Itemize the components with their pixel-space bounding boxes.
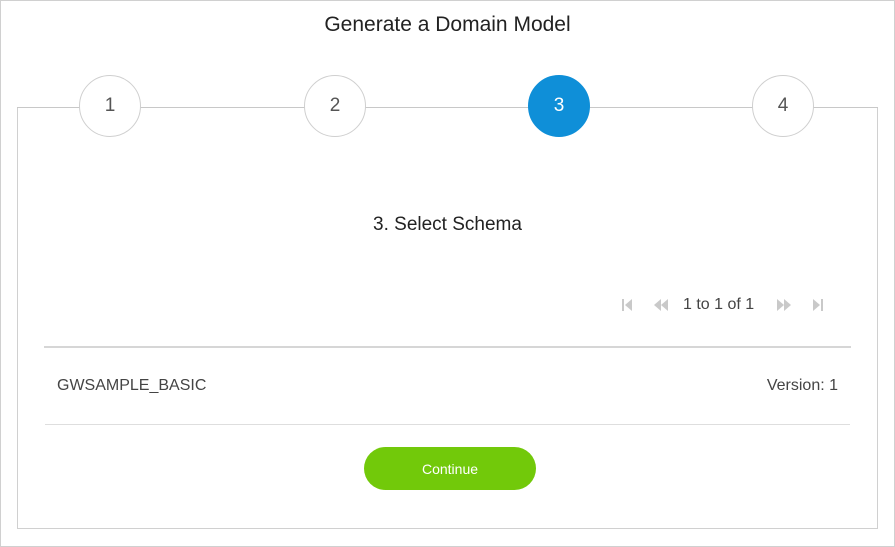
page-title: Generate a Domain Model bbox=[324, 13, 571, 36]
first-page-icon[interactable] bbox=[615, 295, 639, 315]
last-page-icon[interactable] bbox=[806, 295, 830, 315]
step-3-active[interactable]: 3 bbox=[528, 75, 590, 137]
schema-version: Version: 1 bbox=[766, 377, 838, 394]
step-2[interactable]: 2 bbox=[304, 75, 366, 137]
row-divider bbox=[45, 424, 850, 425]
step-1[interactable]: 1 bbox=[79, 75, 141, 137]
step-connector-line bbox=[17, 107, 878, 108]
step-4[interactable]: 4 bbox=[752, 75, 814, 137]
pagination: 1 to 1 of 1 bbox=[615, 294, 830, 316]
continue-button[interactable]: Continue bbox=[364, 447, 536, 490]
previous-page-icon[interactable] bbox=[649, 295, 673, 315]
next-page-icon[interactable] bbox=[772, 295, 796, 315]
table-header-divider bbox=[44, 346, 851, 348]
schema-name: GWSAMPLE_BASIC bbox=[57, 377, 207, 394]
section-title: 3. Select Schema bbox=[373, 214, 522, 235]
page-indicator: 1 to 1 of 1 bbox=[683, 296, 755, 313]
schema-row[interactable]: GWSAMPLE_BASIC Version: 1 bbox=[45, 360, 850, 414]
